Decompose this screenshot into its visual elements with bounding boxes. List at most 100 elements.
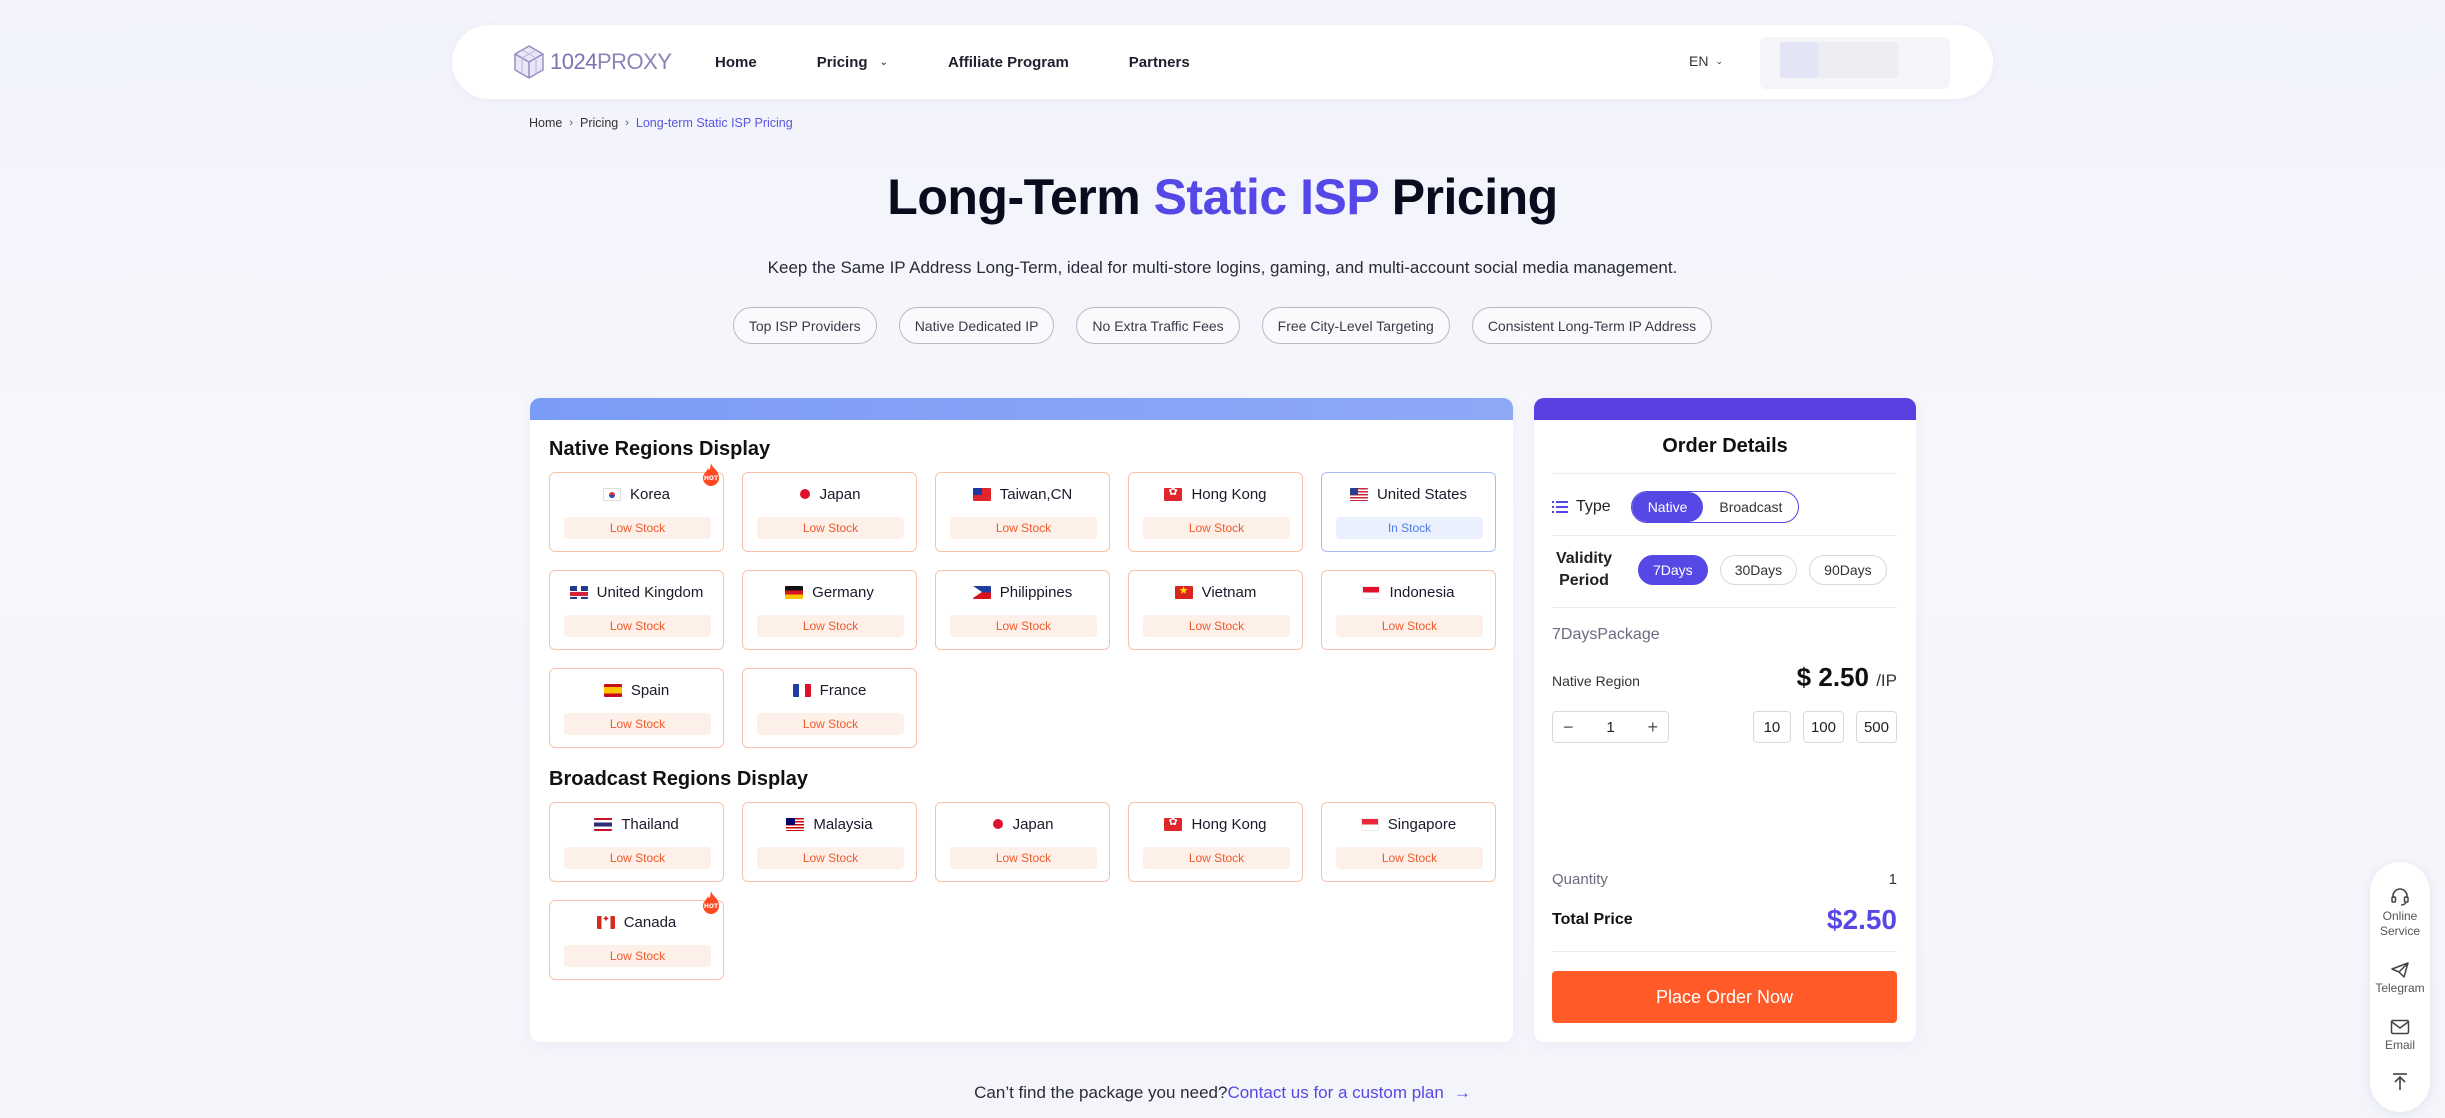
nav-partners[interactable]: Partners: [1129, 54, 1190, 71]
quantity-preset-100[interactable]: 100: [1802, 711, 1844, 743]
stock-status-badge: Low Stock: [757, 713, 904, 735]
quantity-preset-500[interactable]: 500: [1855, 711, 1897, 743]
region-name-row: Japan: [743, 486, 916, 503]
stock-status-badge: Low Stock: [564, 847, 711, 869]
email-button[interactable]: Email: [2370, 1019, 2430, 1053]
quantity-row: − 1 + 10 100 500: [1552, 711, 1897, 743]
validity-90days[interactable]: 90Days: [1809, 555, 1887, 585]
nav-affiliate[interactable]: Affiliate Program: [948, 54, 1069, 71]
region-label: Native Region: [1552, 673, 1640, 689]
stock-status-badge: Low Stock: [950, 517, 1097, 539]
region-card[interactable]: Hong Kong Low Stock: [1128, 802, 1303, 882]
quantity-preset-10[interactable]: 10: [1752, 711, 1791, 743]
place-order-button[interactable]: Place Order Now: [1552, 971, 1897, 1023]
feature-pill: Native Dedicated IP: [898, 307, 1055, 344]
region-card[interactable]: Hong Kong Low Stock: [1128, 472, 1303, 552]
region-card[interactable]: Canada Low Stock HOT: [549, 891, 724, 980]
custom-plan-link[interactable]: Contact us for a custom plan: [1227, 1083, 1443, 1102]
stock-status-badge: Low Stock: [1336, 847, 1483, 869]
region-name: Thailand: [621, 816, 679, 833]
region-name-row: Indonesia: [1322, 584, 1495, 601]
chevron-down-icon: ⌄: [879, 56, 888, 68]
region-card[interactable]: United States In Stock: [1321, 472, 1496, 552]
region-name-row: Malaysia: [743, 816, 916, 833]
region-card[interactable]: Korea Low Stock HOT: [549, 463, 724, 552]
region-card[interactable]: Taiwan,CN Low Stock: [935, 472, 1110, 552]
stock-status-badge: Low Stock: [564, 517, 711, 539]
online-service-button[interactable]: Online Service: [2370, 888, 2430, 939]
region-card[interactable]: Germany Low Stock: [742, 570, 917, 650]
panel-accent-bar: [1534, 398, 1916, 420]
arrow-right-icon[interactable]: →: [1454, 1083, 1471, 1102]
flag-jp-icon: [992, 818, 1004, 831]
hot-badge-icon: HOT: [703, 891, 719, 914]
chevron-right-icon: ›: [625, 117, 629, 129]
validity-row: Validity Period 7Days 30Days 90Days: [1552, 548, 1899, 592]
region-card[interactable]: United Kingdom Low Stock: [549, 570, 724, 650]
region-card[interactable]: Philippines Low Stock: [935, 570, 1110, 650]
login-button[interactable]: [1780, 42, 1818, 78]
stock-status-badge: Low Stock: [757, 517, 904, 539]
region-card[interactable]: Malaysia Low Stock: [742, 802, 917, 882]
regions-panel: Native Regions Display Broadcast Regions…: [530, 398, 1513, 1042]
region-name: Spain: [630, 682, 670, 699]
chevron-right-icon: ›: [569, 117, 574, 129]
quantity-stepper: − 1 +: [1552, 711, 1669, 743]
region-card[interactable]: Spain Low Stock: [549, 668, 724, 748]
flag-us-icon: [1349, 488, 1368, 501]
breadcrumb-home[interactable]: Home: [529, 116, 562, 130]
validity-label: Validity Period: [1555, 550, 1613, 589]
region-name-row: Canada: [550, 914, 723, 931]
order-title: Order Details: [1662, 435, 1788, 457]
type-option-broadcast[interactable]: Broadcast: [1703, 492, 1798, 522]
stock-status-badge: Low Stock: [564, 713, 711, 735]
region-name-row: Korea: [550, 486, 723, 503]
divider: [1552, 473, 1897, 474]
language-selector[interactable]: EN ⌄: [1689, 53, 1723, 69]
region-name: Vietnam: [1201, 584, 1257, 601]
validity-30days[interactable]: 30Days: [1719, 555, 1798, 585]
stock-status-badge: Low Stock: [950, 615, 1097, 637]
account-buttons-placeholder: [1760, 37, 1950, 89]
region-name: Japan: [1012, 816, 1054, 833]
region-name: Singapore: [1387, 816, 1457, 833]
flag-my-icon: [786, 818, 805, 831]
broadcast-regions-title: Broadcast Regions Display: [549, 768, 808, 790]
nav-home[interactable]: Home: [715, 54, 757, 71]
stock-status-badge: Low Stock: [564, 615, 711, 637]
region-card[interactable]: France Low Stock: [742, 668, 917, 748]
flag-th-icon: [594, 818, 613, 831]
region-card[interactable]: Japan Low Stock: [935, 802, 1110, 882]
arrow-to-top-icon: [2393, 1073, 2407, 1090]
total-value: $2.50: [1826, 904, 1897, 935]
minus-icon[interactable]: −: [1563, 717, 1574, 738]
quantity-presets: 10 100 500: [1741, 711, 1897, 743]
region-card[interactable]: Singapore Low Stock: [1321, 802, 1496, 882]
type-option-native[interactable]: Native: [1631, 492, 1704, 522]
page-title: Long-Term Static ISP Pricing: [887, 169, 1558, 225]
breadcrumb-pricing[interactable]: Pricing: [580, 116, 618, 130]
logo[interactable]: 1024PROXY: [512, 44, 672, 80]
nav-pricing[interactable]: Pricing ⌄: [817, 54, 888, 71]
back-to-top-button[interactable]: [2370, 1072, 2430, 1095]
breadcrumb: Home › Pricing › Long-term Static ISP Pr…: [529, 116, 793, 130]
region-card[interactable]: Indonesia Low Stock: [1321, 570, 1496, 650]
stock-status-badge: Low Stock: [757, 847, 904, 869]
flag-jp-icon: [799, 488, 811, 501]
logo-cube-icon: [514, 45, 544, 79]
region-card[interactable]: Thailand Low Stock: [549, 802, 724, 882]
region-card[interactable]: Vietnam Low Stock: [1128, 570, 1303, 650]
quantity-value[interactable]: 1: [1606, 719, 1614, 736]
region-name: United States: [1376, 486, 1468, 503]
signup-button[interactable]: [1818, 42, 1898, 78]
feature-pill: No Extra Traffic Fees: [1076, 307, 1240, 344]
feature-pill: Top ISP Providers: [732, 307, 877, 344]
telegram-button[interactable]: Telegram: [2370, 962, 2430, 996]
validity-7days[interactable]: 7Days: [1638, 555, 1708, 585]
region-card[interactable]: Japan Low Stock: [742, 472, 917, 552]
plus-icon[interactable]: +: [1647, 717, 1658, 738]
flag-kr-icon: [602, 488, 621, 501]
region-name-row: Japan: [936, 816, 1109, 833]
region-name: Germany: [812, 584, 874, 601]
stock-status-badge: Low Stock: [757, 615, 904, 637]
